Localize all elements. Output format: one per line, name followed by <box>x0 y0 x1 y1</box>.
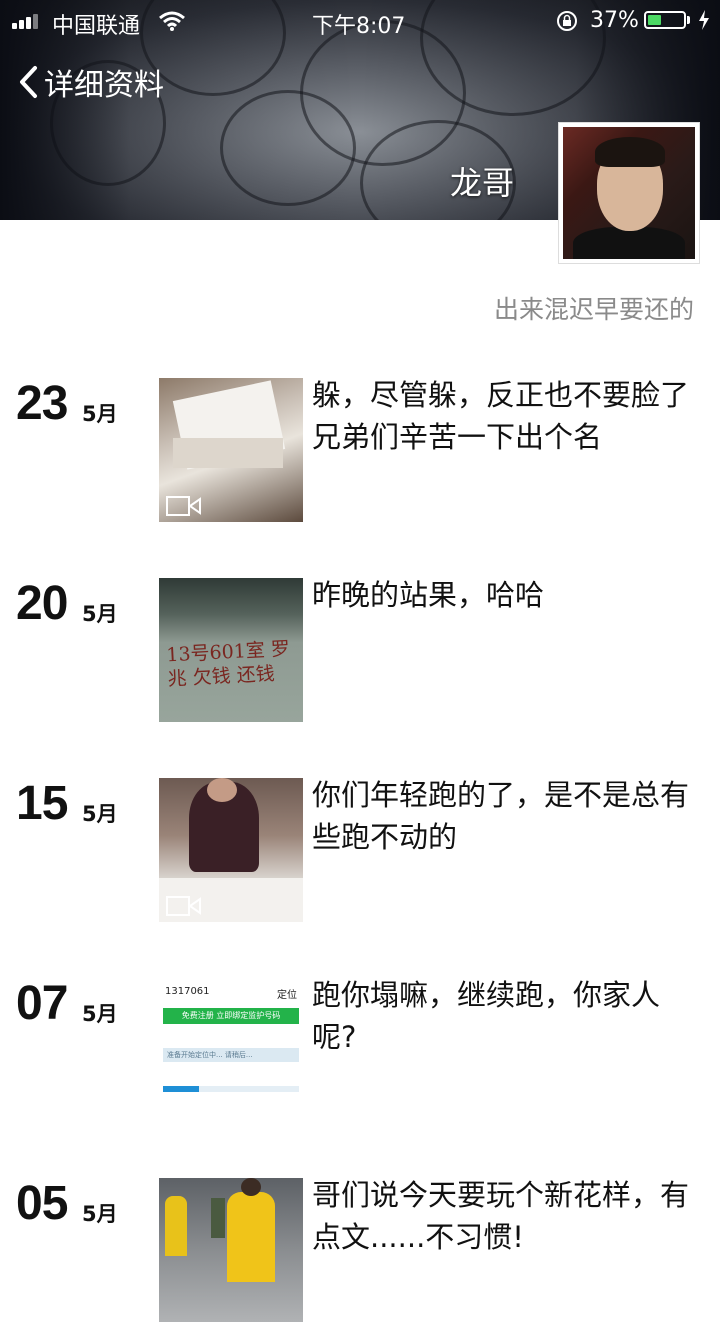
carrier-label: 中国联通 <box>52 14 141 39</box>
profile-signature: 出来混迟早要还的 <box>493 295 694 324</box>
avatar[interactable] <box>558 122 700 264</box>
post-day: 15 <box>16 777 68 830</box>
post-thumbnail[interactable]: 1317061 定位 免费注册 立即绑定监护号码 准备开始定位中... 请稍后.… <box>159 978 303 1122</box>
post-text: 跑你塌嘛，继续跑，你家人呢? <box>312 978 661 1054</box>
chevron-left-icon <box>20 66 37 98</box>
wifi-icon <box>159 11 185 31</box>
post-thumbnail[interactable]: 13号601室 罗兆 欠钱 还钱 <box>159 578 303 722</box>
post-text: 哥们说今天要玩个新花样，有点文......不习惯! <box>312 1178 690 1254</box>
post-day: 05 <box>16 1177 68 1230</box>
post-month: 5月 <box>82 402 118 426</box>
post-month: 5月 <box>82 1202 118 1226</box>
post-month: 5月 <box>82 1002 118 1026</box>
post-thumbnail[interactable] <box>159 778 303 922</box>
post-text: 你们年轻跑的了，是不是总有些跑不动的 <box>312 778 690 854</box>
post-thumbnail[interactable] <box>159 1178 303 1322</box>
back-button[interactable]: 详细资料 <box>18 60 164 104</box>
post-thumbnail[interactable] <box>159 378 303 522</box>
back-label: 详细资料 <box>44 68 164 103</box>
screenshot-number: 1317061 <box>165 986 210 997</box>
status-bar: 中国联通 下午8:07 37% <box>0 0 720 40</box>
rotation-lock-icon <box>557 11 577 31</box>
moment-post[interactable]: 15 5月 你们年轻跑的了，是不是总有些跑不动的 <box>0 777 720 928</box>
moment-post[interactable]: 20 5月 13号601室 罗兆 欠钱 还钱 昨晚的站果，哈哈 <box>0 577 720 728</box>
post-month: 5月 <box>82 602 118 626</box>
post-text: 躲，尽管躲，反正也不要脸了 兄弟们辛苦一下出个名 <box>312 378 690 454</box>
moment-post[interactable]: 07 5月 1317061 定位 免费注册 立即绑定监护号码 准备开始定位中..… <box>0 977 720 1128</box>
moment-post[interactable]: 05 5月 哥们说今天要玩个新花样，有点文......不习惯! <box>0 1177 720 1328</box>
post-text: 昨晚的站果，哈哈 <box>312 578 545 612</box>
post-day: 23 <box>16 377 68 430</box>
post-day: 20 <box>16 577 68 630</box>
screenshot-green-bar: 免费注册 立即绑定监护号码 <box>163 1008 299 1024</box>
charging-icon <box>699 10 709 30</box>
post-month: 5月 <box>82 802 118 826</box>
profile-nickname: 龙哥 <box>450 164 515 202</box>
moment-post[interactable]: 23 5月 躲，尽管躲，反正也不要脸了 兄弟们辛苦一下出个名 <box>0 377 720 528</box>
clock-label: 下午8:07 <box>312 14 406 39</box>
graffiti-text: 13号601室 罗兆 欠钱 还钱 <box>165 637 291 691</box>
signal-icon <box>12 13 42 29</box>
video-icon <box>166 496 201 516</box>
screenshot-locate: 定位 <box>277 990 297 1001</box>
post-day: 07 <box>16 977 68 1030</box>
battery-icon <box>644 11 686 29</box>
screenshot-status-bar: 准备开始定位中... 请稍后... <box>163 1048 299 1062</box>
video-icon <box>166 896 201 916</box>
battery-percent: 37% <box>590 8 639 33</box>
